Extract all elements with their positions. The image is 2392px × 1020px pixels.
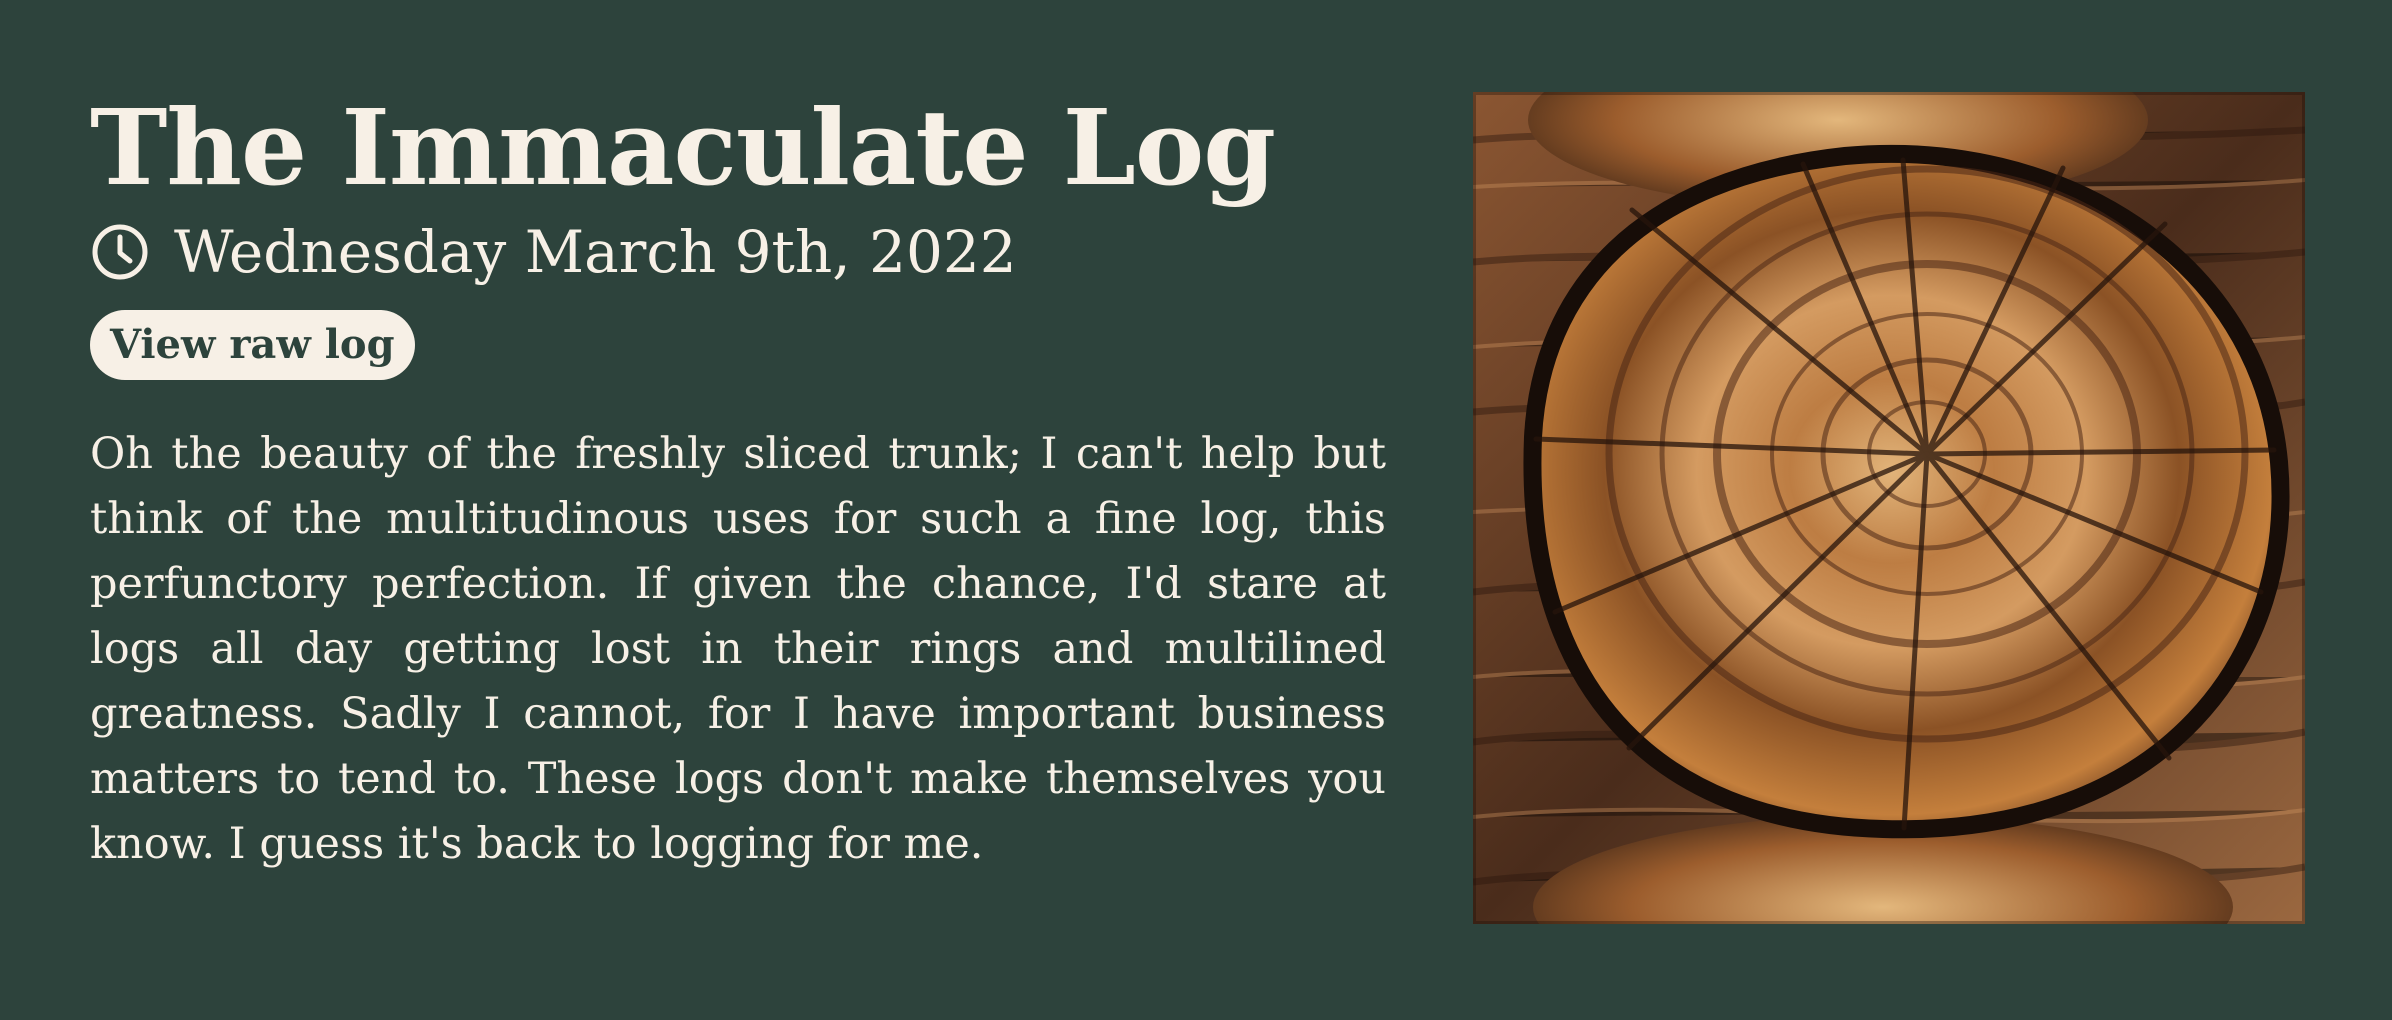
log-cross-section-illustration [1473,92,2305,924]
log-post: The Immaculate Log Wednesday March 9th, … [90,86,1386,877]
post-date: Wednesday March 9th, 2022 [174,218,1017,286]
post-date-row: Wednesday March 9th, 2022 [90,212,1386,292]
view-raw-log-button[interactable]: View raw log [90,310,415,380]
post-title: The Immaculate Log [90,86,1276,209]
post-body: Oh the beauty of the freshly sliced trun… [90,429,1386,869]
sliced-log-image [1473,92,2305,924]
clock-icon [92,224,148,280]
